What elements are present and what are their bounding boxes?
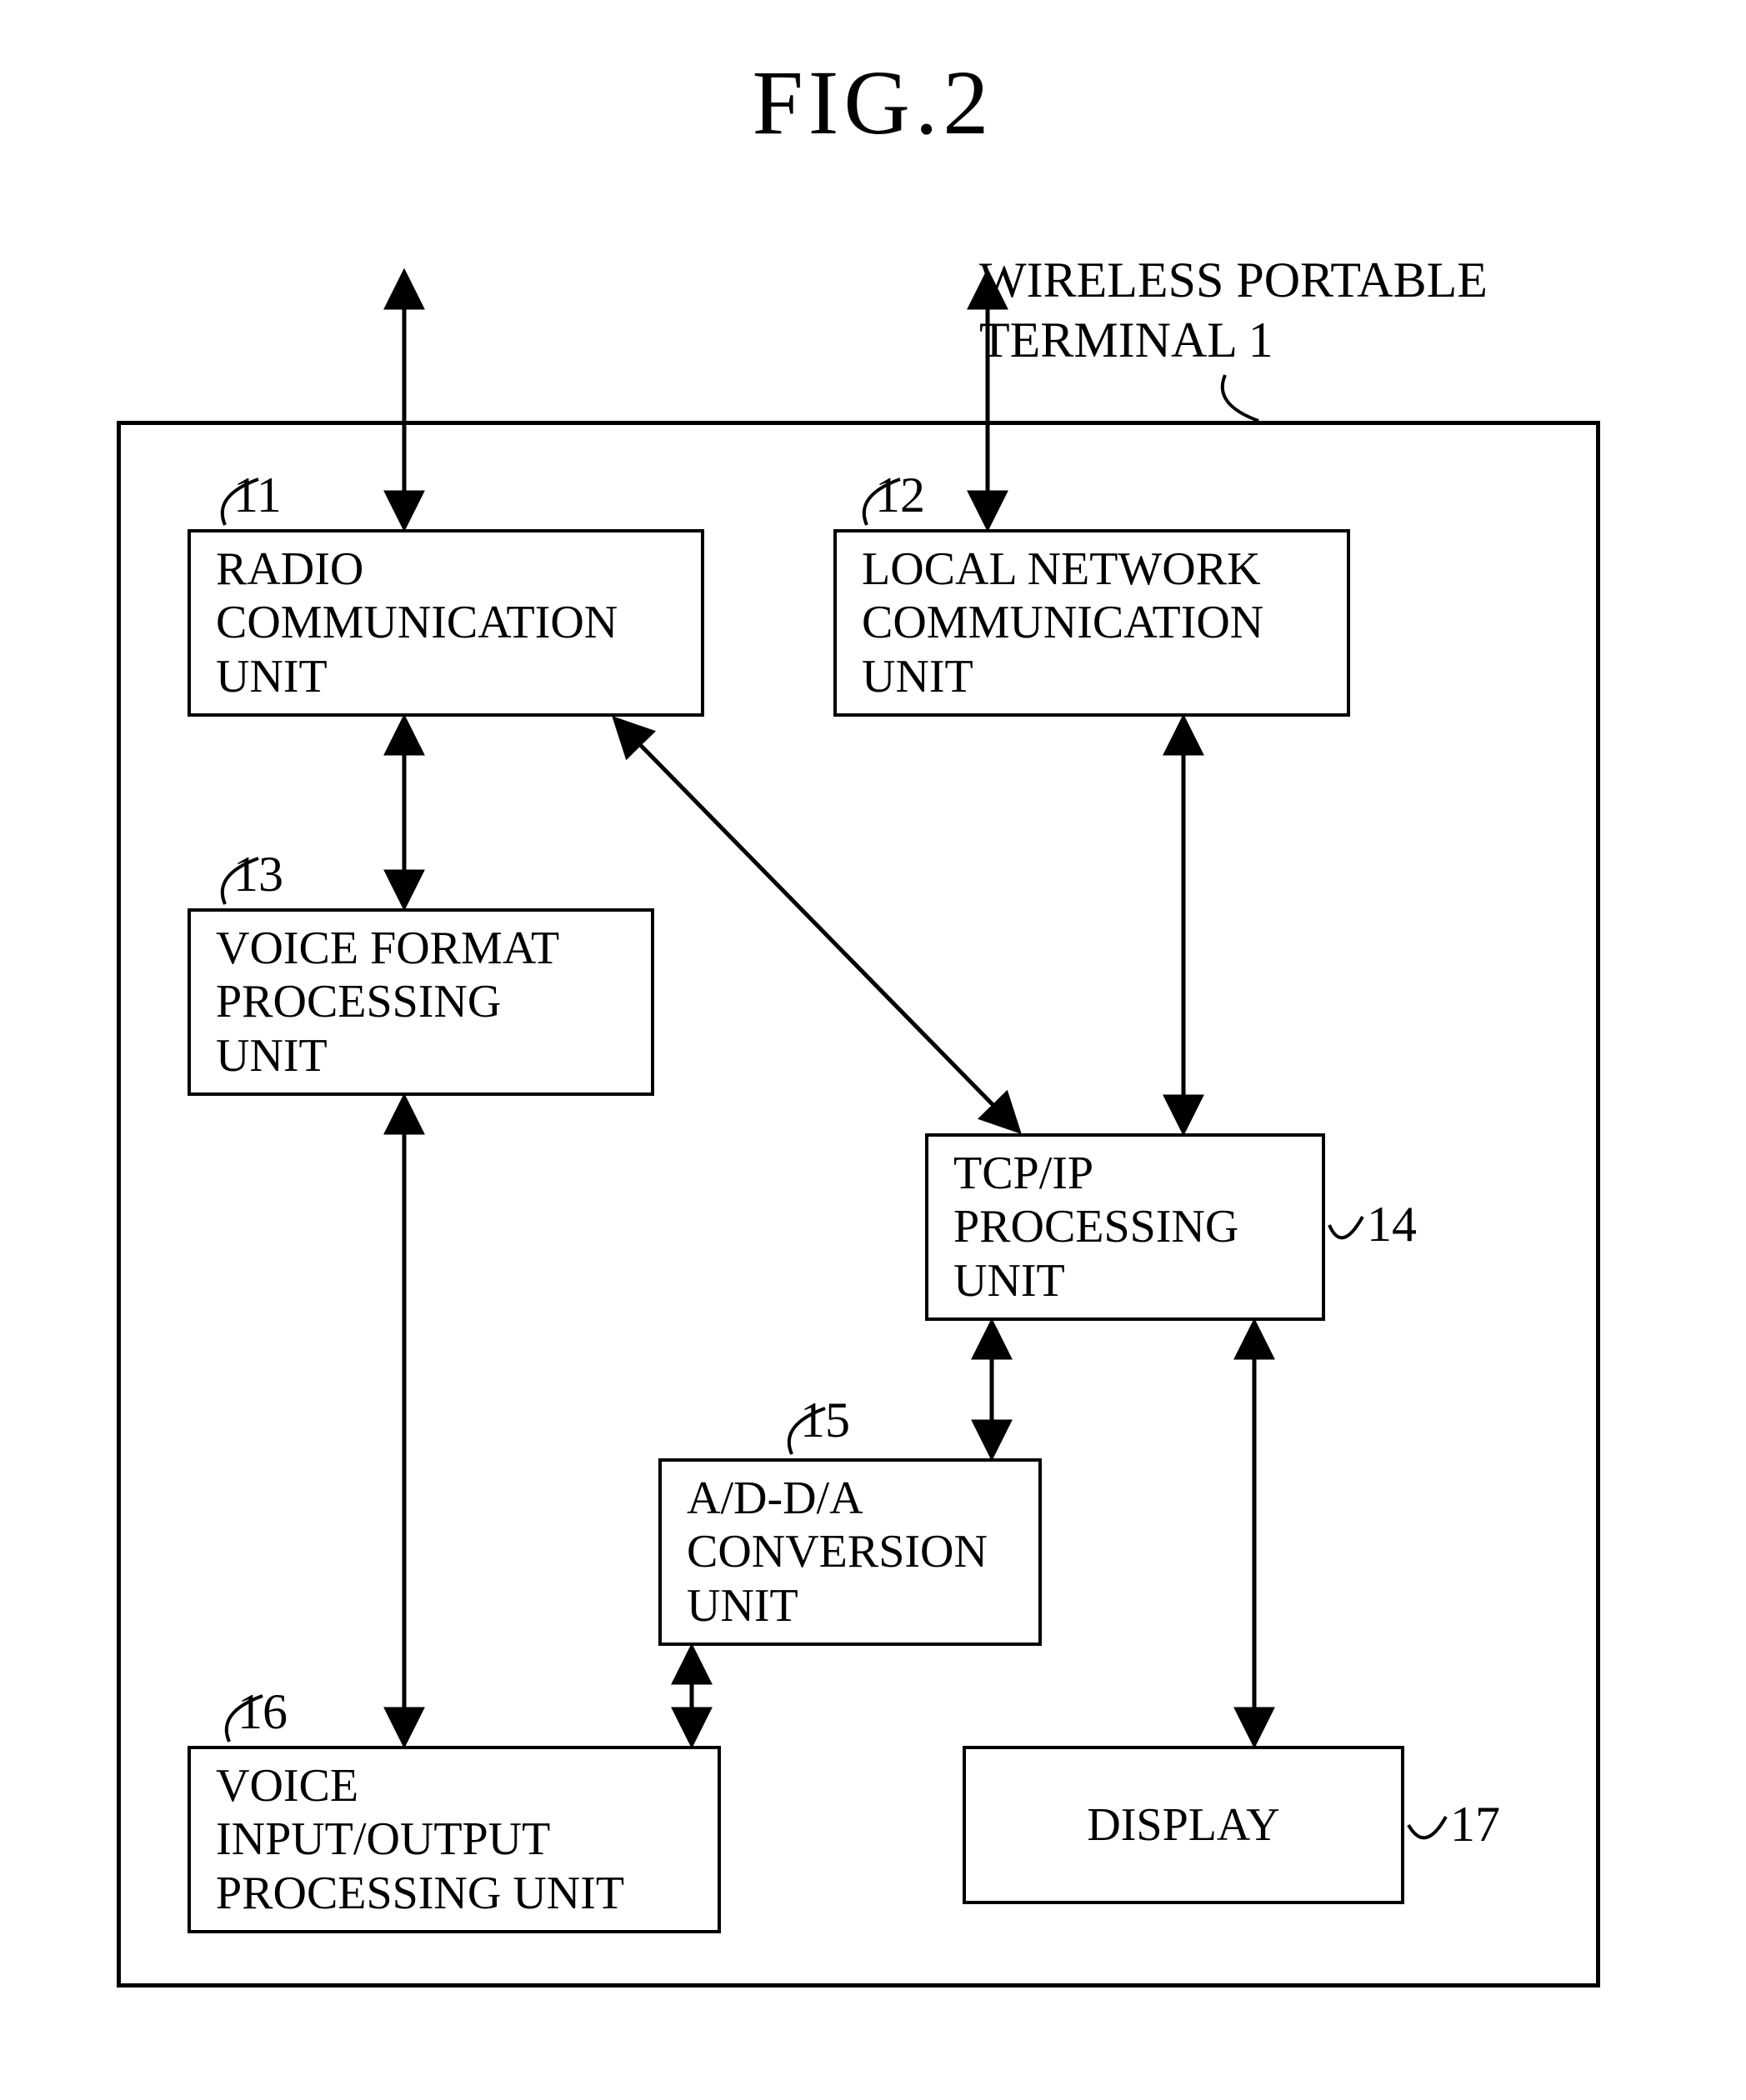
connectors	[0, 0, 1746, 2100]
